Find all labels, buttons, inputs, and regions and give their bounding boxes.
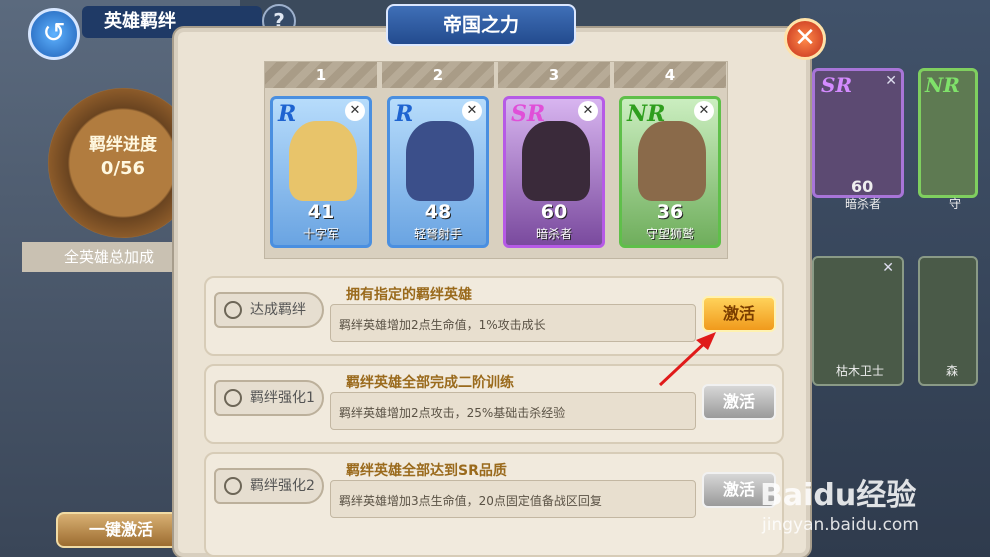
watermark-logo: Baidu经验 bbox=[760, 478, 917, 513]
close-button[interactable]: ✕ bbox=[784, 18, 826, 60]
dialog-title: 帝国之力 bbox=[386, 4, 576, 46]
close-icon: ✕ bbox=[794, 23, 816, 53]
watermark-url: jingyan.baidu.com bbox=[762, 515, 919, 535]
